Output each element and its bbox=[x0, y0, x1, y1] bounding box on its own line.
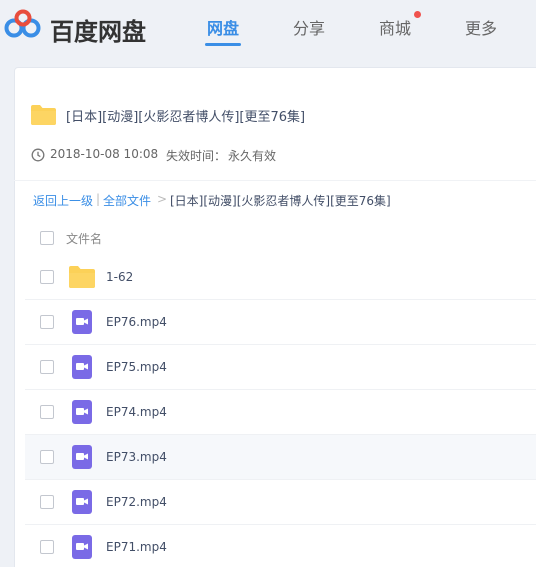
file-row[interactable]: EP75.mp4 bbox=[25, 345, 536, 390]
expire-label: 失效时间： bbox=[166, 149, 227, 163]
video-file-icon bbox=[72, 310, 92, 334]
video-file-icon bbox=[72, 400, 92, 424]
select-all-checkbox[interactable] bbox=[40, 231, 54, 245]
file-name[interactable]: EP74.mp4 bbox=[106, 405, 167, 419]
clock-icon bbox=[31, 148, 45, 162]
share-title: [日本][动漫][火影忍者博人传][更至76集] bbox=[66, 110, 306, 125]
video-file-icon bbox=[72, 355, 92, 379]
file-row[interactable]: EP76.mp4 bbox=[25, 300, 536, 345]
expire-value: 永久有效 bbox=[228, 149, 277, 163]
breadcrumb-arrow: > bbox=[157, 192, 168, 206]
folder-icon bbox=[31, 105, 56, 125]
file-name[interactable]: 1-62 bbox=[106, 270, 133, 284]
top-navigation-bar: 百度网盘 网盘 分享 商城 更多 bbox=[0, 0, 536, 54]
file-name[interactable]: EP71.mp4 bbox=[106, 540, 167, 554]
row-checkbox[interactable] bbox=[40, 405, 54, 419]
video-file-icon bbox=[72, 490, 92, 514]
file-row[interactable]: 1-62 bbox=[25, 255, 536, 300]
divider bbox=[14, 180, 536, 181]
video-file-icon bbox=[72, 445, 92, 469]
breadcrumb-separator: | bbox=[96, 192, 101, 206]
breadcrumb-current: [日本][动漫][火影忍者博人传][更至76集] bbox=[170, 194, 391, 208]
row-checkbox[interactable] bbox=[40, 360, 54, 374]
file-row[interactable]: EP71.mp4 bbox=[25, 525, 536, 567]
back-link[interactable]: 返回上一级 bbox=[33, 192, 93, 209]
row-checkbox[interactable] bbox=[40, 495, 54, 509]
column-header-filename[interactable]: 文件名 bbox=[66, 230, 102, 247]
row-checkbox[interactable] bbox=[40, 540, 54, 554]
file-name[interactable]: EP76.mp4 bbox=[106, 315, 167, 329]
nav-tab-more[interactable]: 更多 bbox=[465, 15, 497, 39]
notification-dot bbox=[414, 11, 421, 18]
row-checkbox[interactable] bbox=[40, 315, 54, 329]
video-file-icon bbox=[72, 535, 92, 559]
brand-name[interactable]: 百度网盘 bbox=[50, 12, 146, 47]
share-date: 2018-10-08 10:08 bbox=[50, 147, 159, 161]
file-name[interactable]: EP73.mp4 bbox=[106, 450, 167, 464]
file-name[interactable]: EP72.mp4 bbox=[106, 495, 167, 509]
file-row[interactable]: EP73.mp4 bbox=[25, 435, 536, 480]
row-checkbox[interactable] bbox=[40, 270, 54, 284]
active-tab-indicator bbox=[205, 43, 241, 46]
nav-tab-mall[interactable]: 商城 bbox=[379, 15, 411, 39]
file-row[interactable]: EP72.mp4 bbox=[25, 480, 536, 525]
all-files-link[interactable]: 全部文件 bbox=[103, 192, 151, 209]
row-checkbox[interactable] bbox=[40, 450, 54, 464]
file-row[interactable]: EP74.mp4 bbox=[25, 390, 536, 435]
folder-icon bbox=[69, 266, 95, 288]
file-name[interactable]: EP75.mp4 bbox=[106, 360, 167, 374]
baidu-netdisk-logo-icon[interactable] bbox=[4, 9, 42, 39]
nav-tab-netdisk[interactable]: 网盘 bbox=[207, 15, 239, 39]
nav-tab-share[interactable]: 分享 bbox=[293, 15, 325, 39]
